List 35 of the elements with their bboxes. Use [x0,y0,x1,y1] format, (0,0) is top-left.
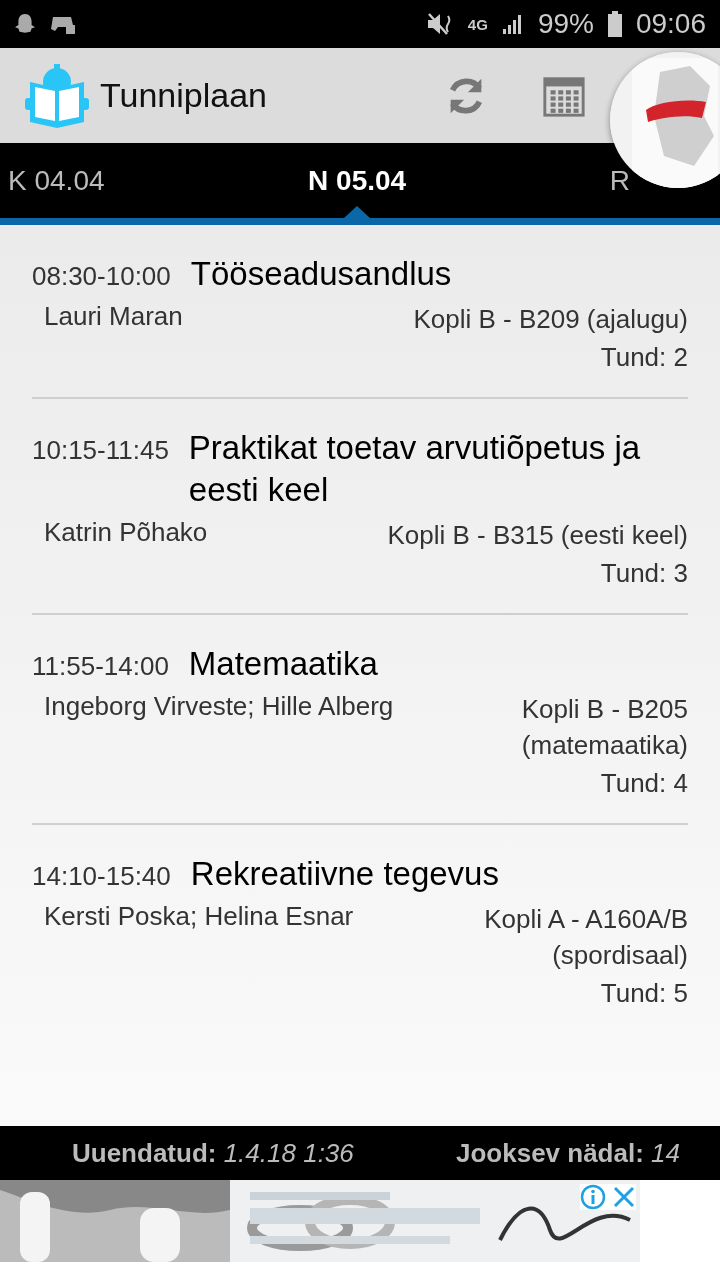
day-tab[interactable]: R [609,164,630,197]
lesson-period: Tund: 5 [600,978,688,1008]
lesson-time: 11:55-14:00 [32,650,169,682]
battery-icon [607,11,622,37]
signal-icon [501,13,524,35]
lesson-period: Tund: 3 [600,558,688,588]
lesson-subject: Matemaatika [188,644,378,684]
week-text: Jooksev nädal: 14 [456,1137,680,1169]
lesson-teacher: Kersti Poska; Helina Esnar [44,901,354,933]
lesson-subject: Tööseadusandlus [190,254,452,294]
lesson-period: Tund: 4 [600,768,688,798]
lesson-teacher: Katrin Põhako [44,517,208,549]
battery-percent: 99% [537,8,594,40]
ghost-icon [14,13,36,35]
lesson-time: 10:15-11:45 [32,434,169,466]
day-tab[interactable]: N 05.04 [308,164,407,197]
close-icon[interactable] [612,1184,636,1210]
book-logo-icon [24,63,90,128]
lesson-teacher: Ingeborg Virveste; Hille Alberg [44,691,394,723]
lesson-subject: Rekreatiivne tegevus [190,854,499,894]
app-title: Tunniplaan [100,76,267,115]
clock: 09:06 [635,8,706,40]
info-icon[interactable] [580,1184,606,1210]
lesson-room: Kopli B - B315 (eesti keel) [387,519,688,552]
lesson-period: Tund: 2 [600,342,688,372]
lesson-time: 08:30-10:00 [32,260,171,292]
lesson-room: Kopli B - B209 (ajalugu) [413,303,688,336]
network-type: 4G [467,15,488,33]
day-tab[interactable]: K 04.04 [8,164,105,197]
lesson-subject: Praktikat toetav arvutiõpetus ja eesti keel [188,428,642,510]
lesson-teacher: Lauri Maran [44,301,183,333]
updated-text: Uuendatud: 1.4.18 1:36 [72,1137,354,1169]
lesson-room: Kopli B - B205 (matemaatika) [520,693,688,762]
lesson-room: Kopli A - A160A/B (spordisaal) [483,903,688,972]
lesson-time: 14:10-15:40 [32,860,171,892]
